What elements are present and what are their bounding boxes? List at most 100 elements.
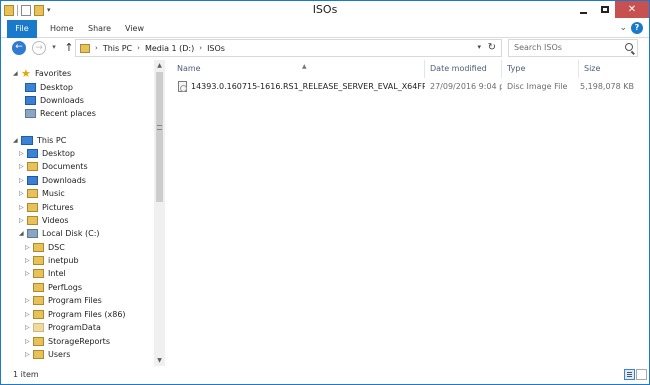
expand-arrow-icon[interactable]: ▷ <box>19 160 27 173</box>
explorer-window: ▾ ISOs ✕ File Home Share View ⌄ ? ← → ▾ … <box>0 0 650 385</box>
nav-folder-program-files-x86[interactable]: ▷ Program Files (x86) <box>25 308 126 321</box>
breadcrumb-this-pc[interactable]: This PC <box>103 44 132 53</box>
column-header-name[interactable]: ▲ Name <box>172 60 425 78</box>
nav-label: Intel <box>48 269 66 278</box>
file-type-cell: Disc Image File <box>507 82 568 91</box>
nav-folder-intel[interactable]: ▷ Intel <box>25 267 66 280</box>
expand-arrow-icon[interactable]: ▷ <box>25 254 33 267</box>
expand-arrow-icon[interactable]: ▷ <box>19 174 27 187</box>
expand-arrow-icon[interactable]: ▷ <box>19 147 27 160</box>
maximize-button[interactable] <box>594 1 615 18</box>
nav-downloads[interactable]: ▷ Downloads <box>19 174 86 187</box>
scrollbar-thumb[interactable] <box>156 72 163 202</box>
navigation-scrollbar[interactable]: ▲ ▼ <box>154 60 165 366</box>
expand-arrow-icon[interactable]: ▷ <box>19 201 27 214</box>
expand-arrow-icon[interactable]: ▷ <box>25 308 33 321</box>
large-icons-view-button[interactable] <box>636 369 647 380</box>
column-header-date-modified[interactable]: Date modified <box>425 60 502 78</box>
details-view-button[interactable] <box>624 369 635 380</box>
search-input[interactable]: Search ISOs <box>508 39 638 57</box>
file-row[interactable]: 14393.0.160715-1616.RS1_RELEASE_SERVER_E… <box>167 79 648 94</box>
column-label: Type <box>507 64 526 73</box>
folder-icon <box>33 296 44 305</box>
breadcrumb-separator-icon[interactable]: › <box>95 44 98 52</box>
nav-folder-programdata[interactable]: ▷ ProgramData <box>25 321 101 334</box>
column-label: Name <box>177 64 201 73</box>
nav-label: Videos <box>42 216 69 225</box>
breadcrumb-separator-icon[interactable]: › <box>137 44 140 52</box>
minimize-icon <box>580 11 587 14</box>
downloads-icon <box>27 176 38 185</box>
collapse-arrow-icon[interactable]: ◢ <box>13 134 21 147</box>
breadcrumb-media-drive[interactable]: Media 1 (D:) <box>145 44 194 53</box>
expand-arrow-icon[interactable]: ▷ <box>25 335 33 348</box>
up-button[interactable]: ↑ <box>62 41 76 55</box>
column-header-type[interactable]: Type <box>502 60 579 78</box>
scroll-down-icon[interactable]: ▼ <box>154 355 165 366</box>
nav-folder-storagereports[interactable]: ▷ StorageReports <box>25 335 110 348</box>
search-placeholder: Search ISOs <box>514 43 562 52</box>
nav-videos[interactable]: ▷ Videos <box>19 214 69 227</box>
expand-arrow-icon[interactable]: ▷ <box>25 321 33 334</box>
breadcrumb-separator-icon[interactable]: › <box>199 44 202 52</box>
tab-home[interactable]: Home <box>50 21 74 37</box>
videos-icon <box>27 216 38 225</box>
nav-music[interactable]: ▷ Music <box>19 187 65 200</box>
nav-label: Music <box>42 189 65 198</box>
nav-folder-program-files[interactable]: ▷ Program Files <box>25 294 102 307</box>
item-count: 1 item <box>13 370 39 379</box>
nav-folder-dsc[interactable]: ▷ DSC <box>25 241 65 254</box>
refresh-icon[interactable]: ↻ <box>488 42 496 53</box>
nav-folder-perflogs[interactable]: PerfLogs <box>33 281 82 294</box>
music-icon <box>27 189 38 198</box>
minimize-button[interactable] <box>573 1 594 18</box>
collapse-arrow-icon[interactable]: ◢ <box>13 67 21 80</box>
details-view-icon <box>627 372 632 373</box>
status-bar: 1 item <box>1 366 649 384</box>
scroll-up-icon[interactable]: ▲ <box>154 60 165 71</box>
help-icon[interactable]: ? <box>631 22 643 34</box>
nav-this-pc[interactable]: ◢ This PC <box>13 134 66 147</box>
nav-favorites-recent-places[interactable]: Recent places <box>25 107 96 120</box>
file-list: ▲ Name Date modified Type Size 14393.0.1… <box>167 60 648 366</box>
expand-arrow-icon[interactable]: ▷ <box>19 214 27 227</box>
nav-favorites-desktop[interactable]: Desktop <box>25 81 73 94</box>
expand-arrow-icon[interactable]: ▷ <box>25 267 33 280</box>
search-icon[interactable] <box>625 43 633 51</box>
nav-favorites-downloads[interactable]: Downloads <box>25 94 84 107</box>
nav-label: Program Files <box>48 296 102 305</box>
address-history-chevron-icon[interactable]: ▾ <box>477 43 481 51</box>
expand-arrow-icon[interactable]: ▷ <box>25 241 33 254</box>
nav-favorites[interactable]: ◢ ★ Favorites <box>13 67 71 80</box>
tab-share[interactable]: Share <box>88 21 111 37</box>
nav-label: DSC <box>48 243 65 252</box>
expand-arrow-icon[interactable]: ▷ <box>25 348 33 361</box>
recent-locations-chevron-icon[interactable]: ▾ <box>50 41 58 55</box>
nav-label: Documents <box>42 162 88 171</box>
tab-file[interactable]: File <box>7 20 37 38</box>
folder-icon <box>33 323 44 332</box>
nav-folder-users[interactable]: ▷ Users <box>25 348 70 361</box>
folder-icon <box>80 43 90 53</box>
file-name: 14393.0.160715-1616.RS1_RELEASE_SERVER_E… <box>191 82 425 91</box>
nav-documents[interactable]: ▷ Documents <box>19 160 88 173</box>
back-button[interactable]: ← <box>12 41 26 55</box>
nav-local-disk[interactable]: ◢ Local Disk (C:) <box>19 227 100 240</box>
breadcrumb-isos[interactable]: ISOs <box>207 44 225 53</box>
expand-arrow-icon[interactable]: ▷ <box>19 187 27 200</box>
forward-button[interactable]: → <box>32 41 46 55</box>
collapse-arrow-icon[interactable]: ◢ <box>19 227 27 240</box>
nav-pictures[interactable]: ▷ Pictures <box>19 201 74 214</box>
expand-arrow-icon[interactable]: ▷ <box>25 294 33 307</box>
expand-ribbon-chevron-icon[interactable]: ⌄ <box>619 23 627 33</box>
address-bar[interactable]: › This PC › Media 1 (D:) › ISOs ▾ ↻ <box>75 39 502 57</box>
close-button[interactable]: ✕ <box>615 1 649 18</box>
column-header-size[interactable]: Size <box>579 60 634 78</box>
nav-desktop[interactable]: ▷ Desktop <box>19 147 75 160</box>
tab-view[interactable]: View <box>125 21 144 37</box>
nav-label: Downloads <box>42 176 86 185</box>
nav-label: inetpub <box>48 256 79 265</box>
nav-label: Local Disk (C:) <box>42 229 100 238</box>
nav-folder-inetpub[interactable]: ▷ inetpub <box>25 254 79 267</box>
computer-icon <box>21 136 33 145</box>
